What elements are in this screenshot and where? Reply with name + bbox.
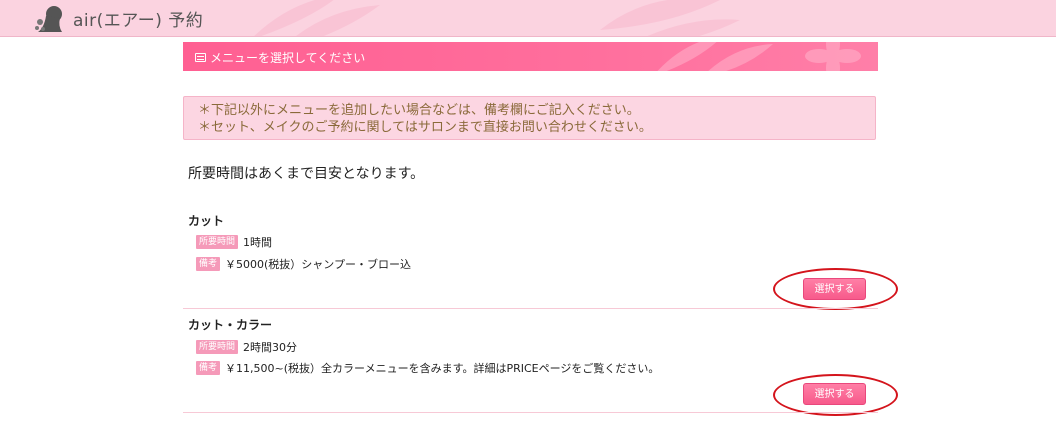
duration-value: 2時間30分 [243,341,298,354]
top-header: air(エアー) 予約 [0,0,1056,37]
note-value: ￥11,500~(税抜）全カラーメニューを含みます。詳細はPRICEページをご覧… [225,362,660,375]
duration-tag: 所要時間 [196,340,239,354]
brand-title[interactable]: air(エアー) 予約 [73,6,203,31]
divider [183,308,878,309]
notice-box: ＊下記以外にメニューを追加したい場合などは、備考欄にご記入ください。 ＊セット、… [183,96,876,140]
note-tag: 備考 [196,361,221,375]
woman-silhouette-logo-icon[interactable] [32,2,68,34]
select-cut-button[interactable]: 選択する [803,278,866,300]
flower-decoration [657,42,773,71]
notice-line: ＊セット、メイクのご予約に関してはサロンまで直接お問い合わせください。 [198,120,652,135]
select-cut-color-button[interactable]: 選択する [803,383,866,405]
duration-disclaimer: 所要時間はあくまで目安となります。 [188,166,425,182]
leaf-decoration [254,0,380,36]
menu-item-name: カット・カラー [188,318,273,332]
divider [183,412,878,413]
list-icon [195,53,206,62]
duration-value: 1時間 [243,236,273,249]
section-title: メニューを選択してください [210,51,366,65]
notice-line: ＊下記以外にメニューを追加したい場合などは、備考欄にご記入ください。 [198,103,640,118]
menu-item-name: カット [188,214,225,228]
duration-tag: 所要時間 [196,235,239,249]
leaf-decoration [600,0,740,36]
flower-decoration [805,42,861,71]
menu-section-header: メニューを選択してください [183,42,878,71]
note-tag: 備考 [196,257,221,271]
note-value: ￥5000(税抜）シャンプー・ブロー込 [225,258,411,271]
